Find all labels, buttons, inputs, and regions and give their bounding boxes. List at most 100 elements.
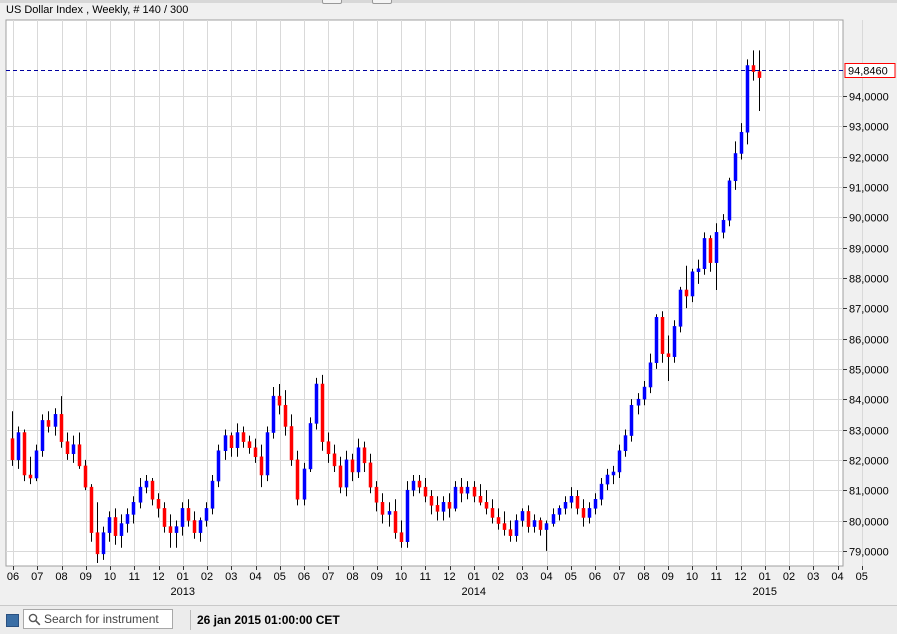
candle-body[interactable] [308,423,313,470]
candle-body[interactable] [144,480,149,488]
candle-body[interactable] [465,486,470,494]
candle-body[interactable] [320,383,325,442]
candle-body[interactable] [654,317,659,364]
candle-body[interactable] [575,495,580,509]
candle-body[interactable] [435,505,440,512]
candle-body[interactable] [162,508,167,527]
candle-body[interactable] [605,474,610,485]
candle-body[interactable] [283,404,288,427]
candle-body[interactable] [277,395,282,406]
candle-body[interactable] [648,362,653,388]
candle-body[interactable] [16,432,21,461]
candle-body[interactable] [113,517,118,536]
candle-body[interactable] [411,480,416,491]
candle-body[interactable] [484,502,489,509]
candle-body[interactable] [95,532,100,555]
candle-body[interactable] [174,526,179,533]
candle-body[interactable] [71,444,76,455]
candle-body[interactable] [702,238,707,269]
candle-body[interactable] [617,450,622,473]
candle-body[interactable] [757,71,762,78]
candle-body[interactable] [138,486,143,503]
candle-body[interactable] [168,526,173,533]
candle-body[interactable] [745,65,750,133]
candle-body[interactable] [429,495,434,506]
candle-body[interactable] [472,486,477,497]
candle-body[interactable] [544,523,549,530]
candle-body[interactable] [356,447,361,473]
candle-body[interactable] [417,480,422,488]
candle-body[interactable] [77,444,82,467]
candle-body[interactable] [611,471,616,476]
candle-body[interactable] [204,508,209,521]
candle-body[interactable] [708,238,713,263]
search-box[interactable] [23,609,173,629]
candle-body[interactable] [156,499,161,509]
candle-body[interactable] [380,502,385,515]
candle-body[interactable] [265,432,270,476]
candle-body[interactable] [496,517,501,524]
candle-body[interactable] [314,383,319,424]
candle-body[interactable] [684,289,689,297]
candle-body[interactable] [636,398,641,406]
candle-body[interactable] [223,435,228,451]
candle-body[interactable] [368,462,373,488]
candle-body[interactable] [690,271,695,297]
candle-body[interactable] [350,459,355,473]
candle-body[interactable] [447,502,452,509]
candle-body[interactable] [125,514,130,524]
candle-body[interactable] [271,395,276,433]
candle-body[interactable] [696,268,701,273]
candle-body[interactable] [387,511,392,515]
candle-body[interactable] [751,65,756,72]
candle-body[interactable] [107,517,112,533]
candle-body[interactable] [459,486,464,494]
candle-body[interactable] [119,523,124,536]
candle-body[interactable] [581,508,586,518]
candle-body[interactable] [538,520,543,530]
candle-body[interactable] [733,153,738,182]
plot-area[interactable] [5,19,844,567]
candle-body[interactable] [22,432,27,476]
candle-body[interactable] [727,180,732,221]
candle-body[interactable] [393,511,398,533]
candle-body[interactable] [216,450,221,482]
candle-body[interactable] [59,414,64,442]
candle-body[interactable] [289,426,294,461]
candle-body[interactable] [253,447,258,458]
candle-body[interactable] [192,520,197,533]
candle-body[interactable] [399,532,404,542]
candle-body[interactable] [241,432,246,442]
candle-body[interactable] [520,511,525,521]
candle-body[interactable] [453,486,458,509]
candle-body[interactable] [599,483,604,500]
candle-body[interactable] [186,508,191,521]
candle-body[interactable] [34,450,39,479]
candle-body[interactable] [295,459,300,500]
candle-body[interactable] [672,326,677,357]
candle-body[interactable] [714,232,719,263]
candle-body[interactable] [10,438,15,461]
candle-body[interactable] [502,523,507,530]
candle-body[interactable] [623,435,628,451]
candle-body[interactable] [46,420,51,427]
search-input[interactable] [44,611,170,627]
candle-body[interactable] [235,432,240,448]
candle-body[interactable] [338,465,343,488]
candle-body[interactable] [490,508,495,518]
candle-body[interactable] [362,447,367,464]
candle-body[interactable] [557,508,562,515]
candle-body[interactable] [302,468,307,500]
candle-body[interactable] [532,520,537,527]
candle-body[interactable] [739,131,744,154]
candle-body[interactable] [198,520,203,533]
candle-body[interactable] [569,495,574,503]
candle-body[interactable] [629,404,634,436]
candle-body[interactable] [666,353,671,357]
candle-body[interactable] [587,508,592,518]
candle-body[interactable] [514,520,519,536]
candle-body[interactable] [642,386,647,400]
candle-body[interactable] [441,502,446,512]
candle-body[interactable] [150,480,155,500]
candle-body[interactable] [405,489,410,542]
